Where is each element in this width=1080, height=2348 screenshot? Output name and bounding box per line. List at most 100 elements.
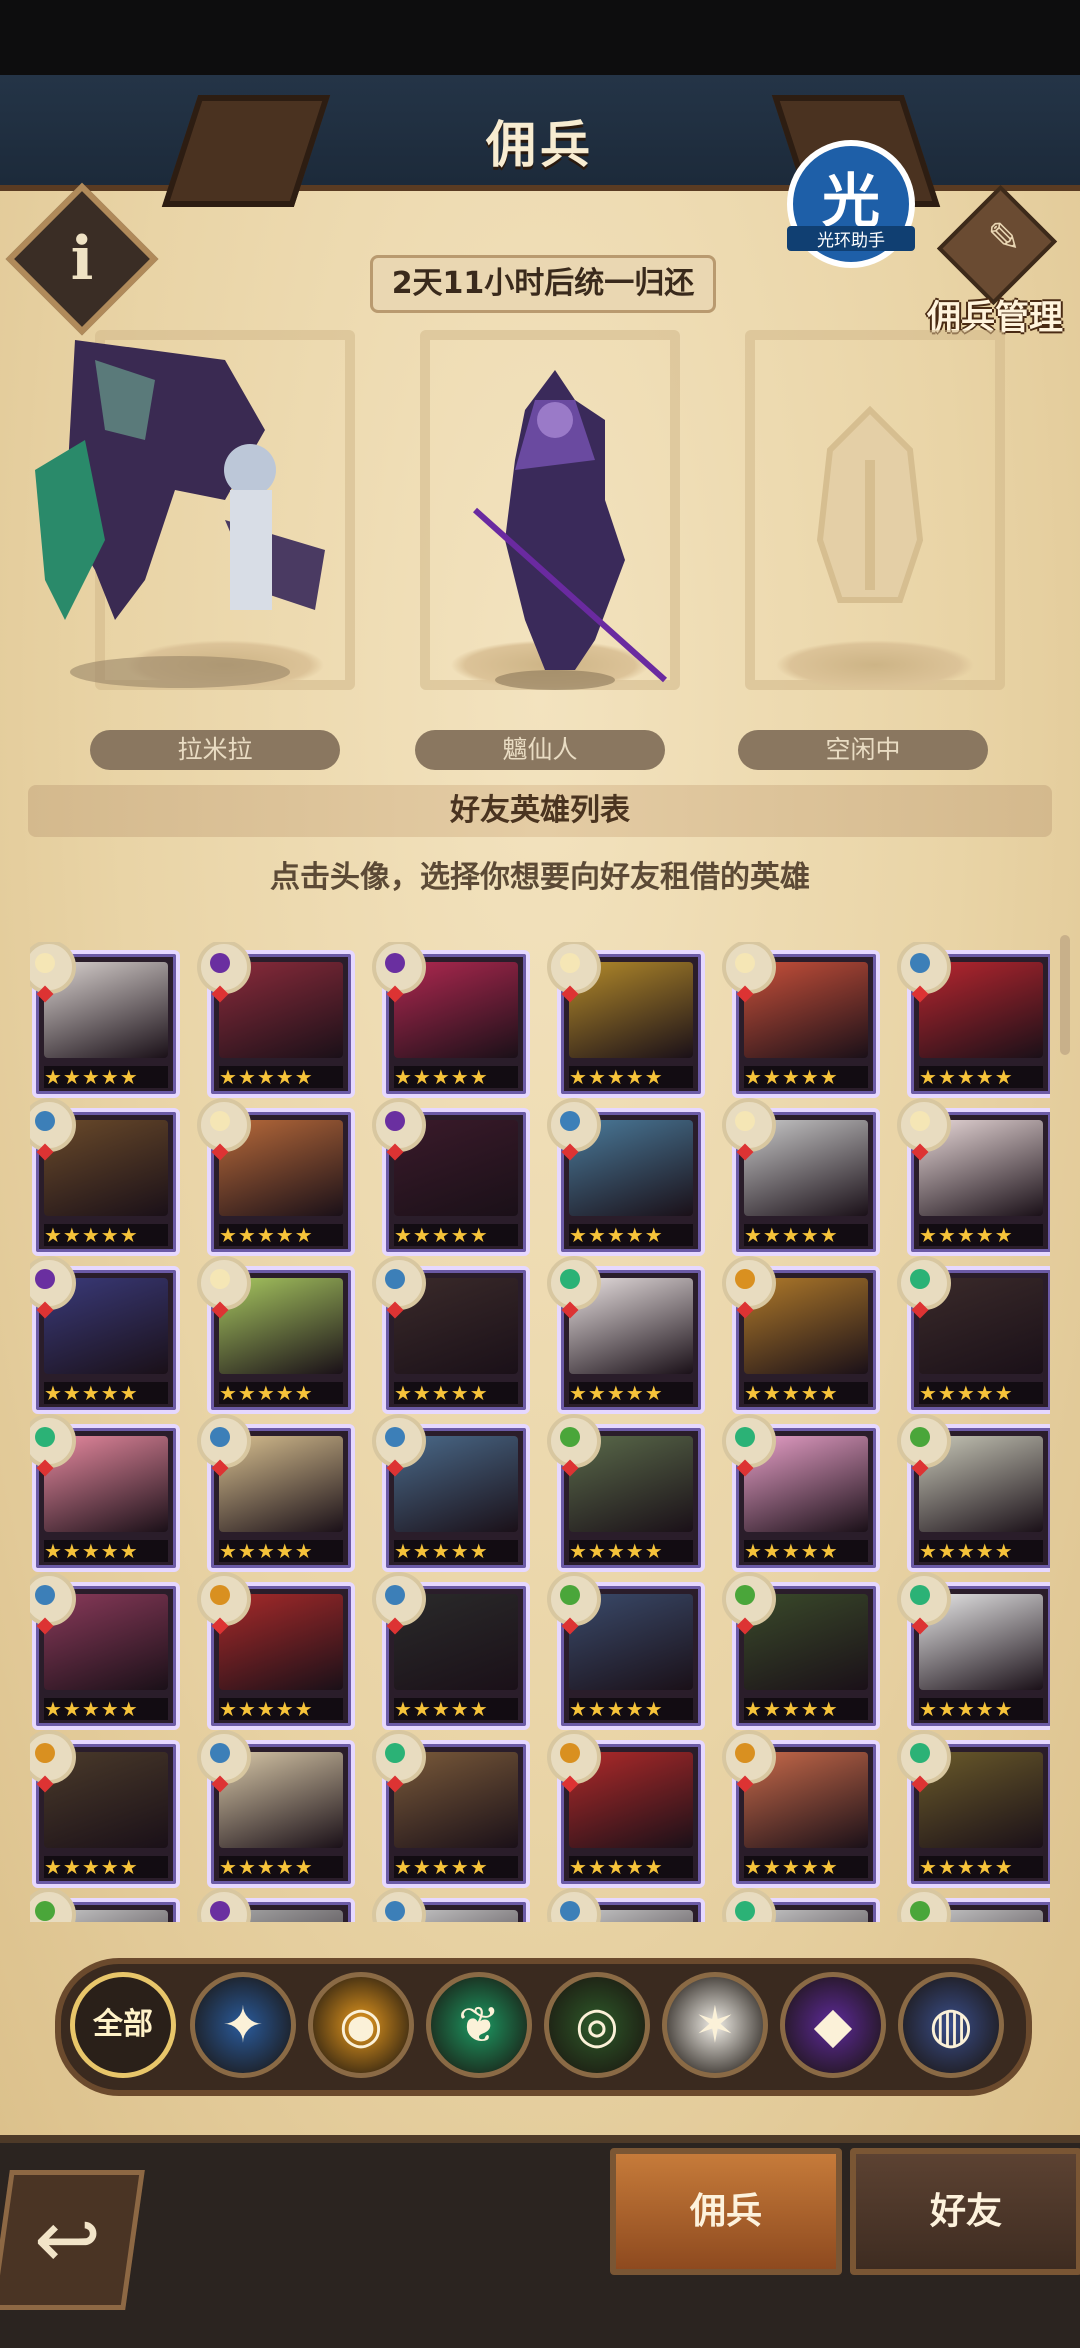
hero-card[interactable]: ★★★★★ [30,1098,180,1256]
hero-star-rating: ★★★★★ [919,1540,1043,1562]
filter-dimensional-button[interactable]: ◍ [898,1972,1004,2078]
hero-card[interactable]: ★★★★★ [30,942,180,1098]
hero-card[interactable]: ★★★★★ [197,1572,355,1730]
hero-card[interactable]: ★★★★★ [897,1414,1050,1572]
hero-star-rating: ★★★★★ [919,1698,1043,1720]
hero-card[interactable]: ★★★★★ [897,1572,1050,1730]
back-button[interactable]: ↩ [0,2170,145,2310]
hero-star-rating: ★★★★★ [569,1698,693,1720]
hero-star-rating: ★★★★★ [569,1066,693,1088]
faction-emblem-icon [372,1888,426,1922]
hero-card[interactable]: ★★★★★ [547,942,705,1098]
hero-card[interactable]: ★★★★★ [722,1888,880,1922]
faction-emblem-icon [197,1098,251,1152]
hero-card[interactable]: ★★★★★ [547,1256,705,1414]
filter-hypogean-button[interactable]: ◆ [780,1972,886,2078]
hero-card[interactable]: ★★★★★ [722,1730,880,1888]
faction-emblem-icon [547,1098,601,1152]
hero-card[interactable]: ★★★★★ [547,1572,705,1730]
hero-card[interactable]: ★★★★★ [547,1098,705,1256]
hero-card[interactable]: ★★★★★ [372,1414,530,1572]
hero-card[interactable]: ★★★★★ [722,1098,880,1256]
hero-card[interactable]: ★★★★★ [30,1730,180,1888]
filter-celestial-button[interactable]: ✶ [662,1972,768,2078]
hero-card[interactable]: ★★★★★ [897,942,1050,1098]
hero-card[interactable]: ★★★★★ [197,942,355,1098]
hero-card[interactable]: ★★★★★ [372,1256,530,1414]
faction-emblem-icon [372,1098,426,1152]
tab-mercenary[interactable]: 佣兵 [610,2148,842,2275]
slot-name-2: 魑仙人 [415,730,665,770]
hero-card[interactable]: ★★★★★ [897,1256,1050,1414]
hero-card[interactable]: ★★★★★ [30,1888,180,1922]
hero-card[interactable]: ★★★★★ [547,1730,705,1888]
hero-card[interactable]: ★★★★★ [372,1098,530,1256]
faction-emblem-icon [372,1572,426,1626]
filter-wilder-button[interactable]: ❦ [426,1972,532,2078]
hero-card[interactable]: ★★★★★ [722,1256,880,1414]
faction-emblem-icon [722,1256,776,1310]
filter-mauler-button[interactable]: ◉ [308,1972,414,2078]
hero-card[interactable]: ★★★★★ [722,1572,880,1730]
faction-emblem-icon [722,1414,776,1468]
faction-emblem-icon [30,1888,76,1922]
hero-figure-lamira[interactable] [25,320,335,690]
hero-card[interactable]: ★★★★★ [897,1888,1050,1922]
hero-card[interactable]: ★★★★★ [197,1256,355,1414]
hero-star-rating: ★★★★★ [394,1698,518,1720]
hero-card[interactable]: ★★★★★ [722,942,880,1098]
page-title: 佣兵 [486,116,594,174]
info-icon: i [70,224,94,294]
hero-card[interactable]: ★★★★★ [197,1414,355,1572]
hero-star-rating: ★★★★★ [394,1066,518,1088]
hero-card[interactable]: ★★★★★ [547,1414,705,1572]
mauler-icon: ◉ [339,1996,383,2054]
hero-card[interactable]: ★★★★★ [372,1730,530,1888]
hero-star-rating: ★★★★★ [569,1856,693,1878]
hero-star-rating: ★★★★★ [219,1540,343,1562]
hero-card[interactable]: ★★★★★ [372,1572,530,1730]
faction-emblem-icon [547,1888,601,1922]
faction-emblem-icon [197,1888,251,1922]
hero-card[interactable]: ★★★★★ [30,1414,180,1572]
hero-figure-chi-xianren[interactable] [455,360,675,690]
hero-card[interactable]: ★★★★★ [30,1256,180,1414]
tab-friends[interactable]: 好友 [850,2148,1080,2275]
hero-card[interactable]: ★★★★★ [197,1098,355,1256]
hero-star-rating: ★★★★★ [744,1856,868,1878]
filter-all-button[interactable]: 全部 [70,1972,176,2078]
friends-hero-list-title: 好友英雄列表 [28,785,1052,837]
slot-pedestal [775,640,975,690]
hero-grid: ★★★★★ ★★★★★ ★★★★★ ★★★★★ ★★★★★ ★★★★★ ★★★★★ ★★★★★… [30,942,1050,1922]
faction-emblem-icon [547,1730,601,1784]
hero-star-rating: ★★★★★ [219,1066,343,1088]
hero-star-rating: ★★★★★ [44,1382,168,1404]
faction-emblem-icon [197,1414,251,1468]
hero-star-rating: ★★★★★ [744,1382,868,1404]
watermark-text: 光环助手 [787,226,915,251]
filter-lightbearer-button[interactable]: ✦ [190,1972,296,2078]
hero-card[interactable]: ★★★★★ [197,1888,355,1922]
faction-emblem-icon [722,1888,776,1922]
faction-emblem-icon [897,1572,951,1626]
hero-card[interactable]: ★★★★★ [197,1730,355,1888]
hero-star-rating: ★★★★★ [919,1066,1043,1088]
faction-emblem-icon [547,1572,601,1626]
watermark-badge: 光 光环助手 [787,140,915,268]
graveborn-icon: ◎ [575,1996,619,2054]
hero-card[interactable]: ★★★★★ [897,1730,1050,1888]
faction-emblem-icon [547,1256,601,1310]
hero-card[interactable]: ★★★★★ [372,1888,530,1922]
faction-emblem-icon [897,1414,951,1468]
hero-card[interactable]: ★★★★★ [30,1572,180,1730]
hero-card[interactable]: ★★★★★ [897,1098,1050,1256]
hero-star-rating: ★★★★★ [919,1382,1043,1404]
hero-card[interactable]: ★★★★★ [372,942,530,1098]
filter-graveborn-button[interactable]: ◎ [544,1972,650,2078]
hero-card[interactable]: ★★★★★ [722,1414,880,1572]
hero-card[interactable]: ★★★★★ [547,1888,705,1922]
hero-grid-scrollbar[interactable] [1060,935,1070,1055]
hero-star-rating: ★★★★★ [569,1382,693,1404]
hero-star-rating: ★★★★★ [569,1224,693,1246]
faction-emblem-icon [897,1098,951,1152]
